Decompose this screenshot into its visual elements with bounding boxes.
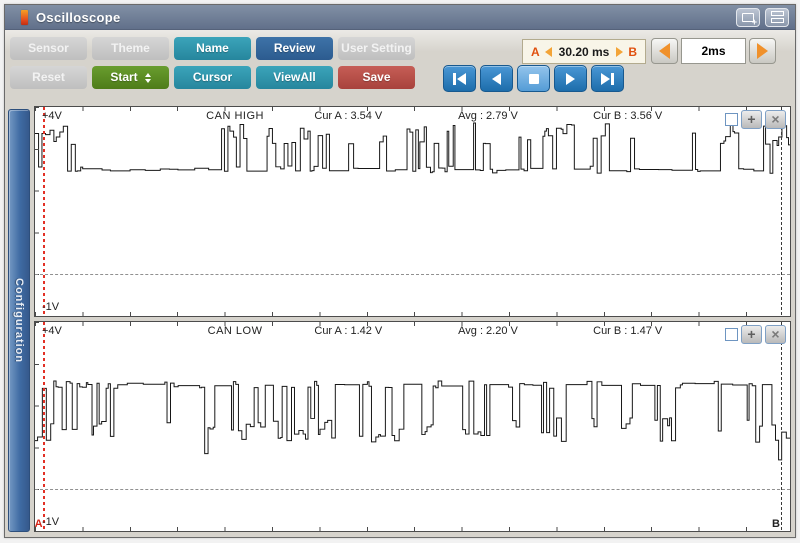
panel-controls xyxy=(725,110,786,129)
cursor-a-readout: Cur A : 1.42 V xyxy=(314,325,383,337)
new-window-icon xyxy=(742,12,757,27)
cursor-button[interactable]: Cursor xyxy=(174,66,251,89)
theme-button[interactable]: Theme xyxy=(92,37,169,60)
vmin-label: -1V xyxy=(42,516,60,528)
cursor-a-line[interactable] xyxy=(42,107,45,316)
app-icon xyxy=(21,9,28,25)
reset-button[interactable]: Reset xyxy=(10,66,87,89)
arrow-right-icon xyxy=(757,43,768,59)
sensor-button[interactable]: Sensor xyxy=(10,37,87,60)
panel-controls xyxy=(725,325,786,344)
close-channel-button[interactable] xyxy=(765,325,786,344)
step-back-button[interactable] xyxy=(480,65,513,92)
cursor-b-line[interactable] xyxy=(780,107,782,316)
cursor-b-readout: Cur B : 3.56 V xyxy=(593,110,663,122)
oscilloscope-window: Oscilloscope Sensor Theme Name Review Us… xyxy=(4,4,796,538)
channel-select-checkbox[interactable] xyxy=(725,113,738,126)
step-forward-icon xyxy=(566,72,575,85)
waveform-panel-can-low: +4V CAN LOW Cur A : 1.42 V Avg : 2.20 V … xyxy=(34,321,791,532)
cursor-a-left-arrow-icon[interactable] xyxy=(544,46,552,57)
transport-controls xyxy=(443,65,624,92)
channel-select-checkbox[interactable] xyxy=(725,328,738,341)
channel-title: CAN HIGH xyxy=(206,110,264,122)
voltage-ticks-left xyxy=(35,107,39,316)
cursor-a-line[interactable] xyxy=(42,322,45,531)
start-button[interactable]: Start xyxy=(92,66,169,89)
timebase-decrease-button[interactable] xyxy=(651,38,678,64)
cursor-time-readout: A 30.20 ms B xyxy=(522,39,646,64)
cursor-a-readout: Cur A : 3.54 V xyxy=(314,110,383,122)
skip-to-end-icon xyxy=(601,72,610,85)
cursor-b-right-arrow-icon[interactable] xyxy=(616,46,624,57)
cursor-b-line[interactable] xyxy=(780,322,782,531)
skip-to-start-button[interactable] xyxy=(443,65,476,92)
viewall-button[interactable]: ViewAll xyxy=(256,66,333,89)
panel-header: +4V CAN LOW Cur A : 1.42 V Avg : 2.20 V … xyxy=(35,325,790,339)
can-high-waveform-trace xyxy=(35,122,790,174)
tile-windows-icon xyxy=(771,11,784,23)
stop-icon xyxy=(528,73,539,84)
window-title: Oscilloscope xyxy=(36,9,121,25)
voltage-ticks-left xyxy=(35,322,39,531)
waveform-panel-can-high: +4V CAN HIGH Cur A : 3.54 V Avg : 2.79 V… xyxy=(34,106,791,317)
save-button[interactable]: Save xyxy=(338,66,415,89)
cursor-b-label: B xyxy=(628,44,638,59)
toolbar: Sensor Theme Name Review User Setting Re… xyxy=(5,30,795,103)
user-setting-button[interactable]: User Setting xyxy=(338,37,415,60)
tile-windows-button[interactable] xyxy=(765,7,789,27)
can-low-waveform-trace xyxy=(35,380,790,461)
title-bar: Oscilloscope xyxy=(5,5,795,30)
configuration-tab[interactable]: Configuration xyxy=(8,109,30,532)
main-area: Configuration +4V CAN HIGH Cur A : 3.54 … xyxy=(6,104,794,536)
stop-button[interactable] xyxy=(517,65,550,92)
cursor-a-label: A xyxy=(530,44,540,59)
avg-readout: Avg : 2.79 V xyxy=(458,110,518,122)
skip-to-end-button[interactable] xyxy=(591,65,624,92)
name-button[interactable]: Name xyxy=(174,37,251,60)
zero-volt-gridline xyxy=(35,489,790,491)
vmax-label: +4V xyxy=(42,325,62,337)
marker-b: B xyxy=(771,518,780,530)
vmax-label: +4V xyxy=(42,110,62,122)
step-back-icon xyxy=(492,72,501,85)
channel-title: CAN LOW xyxy=(207,325,263,337)
configuration-tab-label: Configuration xyxy=(13,277,25,364)
cursor-b-readout: Cur B : 1.47 V xyxy=(593,325,663,337)
cursor-delta-value: 30.20 ms xyxy=(558,44,610,59)
avg-readout: Avg : 2.20 V xyxy=(458,325,518,337)
step-forward-button[interactable] xyxy=(554,65,587,92)
expand-channel-button[interactable] xyxy=(741,325,762,344)
vmin-label: -1V xyxy=(42,301,60,313)
start-spinner-icon[interactable] xyxy=(144,72,151,83)
close-channel-button[interactable] xyxy=(765,110,786,129)
timebase-value: 2ms xyxy=(681,38,746,64)
panel-header: +4V CAN HIGH Cur A : 3.54 V Avg : 2.79 V… xyxy=(35,110,790,124)
waveform-panels: +4V CAN HIGH Cur A : 3.54 V Avg : 2.79 V… xyxy=(34,106,791,532)
arrow-left-icon xyxy=(659,43,670,59)
review-button[interactable]: Review xyxy=(256,37,333,60)
toolbar-row-2: Reset Start Cursor ViewAll Save xyxy=(10,66,795,89)
timebase-increase-button[interactable] xyxy=(749,38,776,64)
skip-to-start-icon xyxy=(453,72,456,85)
marker-a: A xyxy=(34,518,43,530)
expand-channel-button[interactable] xyxy=(741,110,762,129)
time-ticks-bottom xyxy=(35,312,790,316)
zero-volt-gridline xyxy=(35,274,790,276)
time-ticks-bottom xyxy=(35,527,790,531)
new-window-button[interactable] xyxy=(736,7,760,27)
